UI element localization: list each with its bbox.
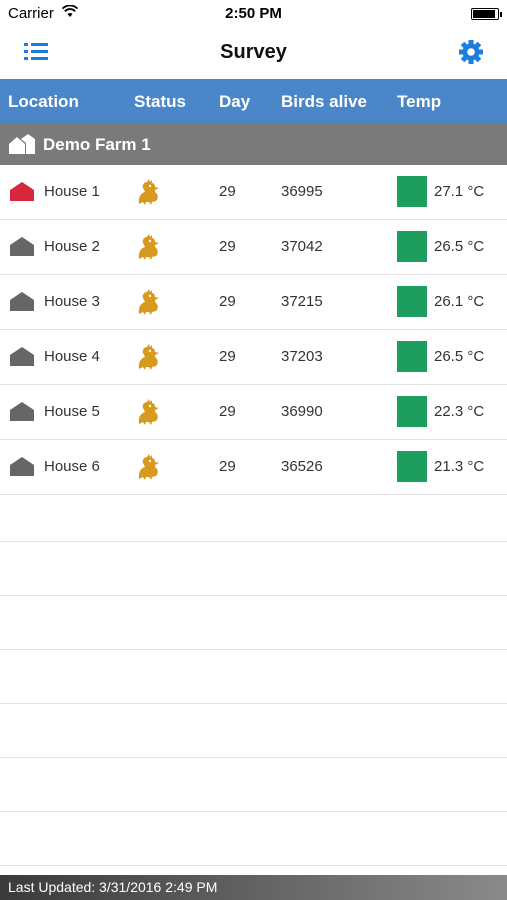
- house-row[interactable]: House 3 29 37215 26.1 °C: [0, 275, 507, 330]
- column-birds-alive[interactable]: Birds alive: [281, 92, 367, 112]
- house-day: 29: [219, 238, 236, 255]
- nav-bar: Survey: [0, 26, 507, 79]
- house-birds-alive: 36526: [281, 458, 323, 475]
- gear-icon[interactable]: [457, 38, 485, 66]
- house-temp: 27.1 °C: [434, 183, 485, 200]
- temp-status-indicator: [397, 231, 427, 262]
- battery-icon: [471, 8, 502, 20]
- temp-status-indicator: [397, 451, 427, 482]
- house-name: House 6: [44, 458, 100, 475]
- empty-table-area: [0, 488, 507, 875]
- house-name: House 2: [44, 238, 100, 255]
- house-day: 29: [219, 403, 236, 420]
- column-temp[interactable]: Temp: [397, 92, 441, 112]
- row-divider: [0, 595, 507, 596]
- house-row[interactable]: House 5 29 36990 22.3 °C: [0, 385, 507, 440]
- farm-icon: [9, 134, 35, 154]
- chicken-icon: [138, 454, 159, 480]
- house-name: House 4: [44, 348, 100, 365]
- house-icon: [10, 237, 34, 256]
- farm-name: Demo Farm 1: [43, 135, 151, 154]
- row-divider: [0, 811, 507, 812]
- row-divider: [0, 703, 507, 704]
- house-temp: 26.5 °C: [434, 348, 485, 365]
- status-time: 2:50 PM: [225, 5, 282, 22]
- house-row[interactable]: House 6 29 36526 21.3 °C: [0, 440, 507, 495]
- column-header: Location Status Day Birds alive Temp: [0, 79, 507, 123]
- house-birds-alive: 37215: [281, 293, 323, 310]
- house-day: 29: [219, 293, 236, 310]
- chicken-icon: [138, 234, 159, 260]
- column-day[interactable]: Day: [219, 92, 250, 112]
- house-birds-alive: 36995: [281, 183, 323, 200]
- house-day: 29: [219, 348, 236, 365]
- house-day: 29: [219, 458, 236, 475]
- house-icon: [10, 402, 34, 421]
- column-location[interactable]: Location: [8, 92, 79, 112]
- house-icon: [10, 182, 34, 201]
- chicken-icon: [138, 289, 159, 315]
- temp-status-indicator: [397, 176, 427, 207]
- last-updated-label: Last Updated: 3/31/2016 2:49 PM: [8, 879, 218, 895]
- house-row[interactable]: House 1 29 36995 27.1 °C: [0, 165, 507, 220]
- house-name: House 1: [44, 183, 100, 200]
- house-temp: 26.1 °C: [434, 293, 485, 310]
- row-divider: [0, 541, 507, 542]
- farm-row[interactable]: Demo Farm 1: [0, 123, 507, 165]
- house-icon: [10, 292, 34, 311]
- house-row[interactable]: House 4 29 37203 26.5 °C: [0, 330, 507, 385]
- temp-status-indicator: [397, 286, 427, 317]
- column-status[interactable]: Status: [134, 92, 186, 112]
- temp-status-indicator: [397, 341, 427, 372]
- chicken-icon: [138, 179, 159, 205]
- house-temp: 22.3 °C: [434, 403, 485, 420]
- row-divider: [0, 649, 507, 650]
- house-list: House 1 29 36995 27.1 °C House 2 29 3704…: [0, 165, 507, 495]
- row-divider: [0, 865, 507, 866]
- house-temp: 26.5 °C: [434, 238, 485, 255]
- house-icon: [10, 457, 34, 476]
- house-icon: [10, 347, 34, 366]
- house-row[interactable]: House 2 29 37042 26.5 °C: [0, 220, 507, 275]
- house-birds-alive: 37203: [281, 348, 323, 365]
- house-birds-alive: 37042: [281, 238, 323, 255]
- list-icon[interactable]: [22, 38, 52, 66]
- house-name: House 3: [44, 293, 100, 310]
- status-bar: Carrier 2:50 PM: [0, 0, 507, 26]
- house-birds-alive: 36990: [281, 403, 323, 420]
- temp-status-indicator: [397, 396, 427, 427]
- house-temp: 21.3 °C: [434, 458, 485, 475]
- chicken-icon: [138, 399, 159, 425]
- row-divider: [0, 757, 507, 758]
- page-title: Survey: [220, 41, 287, 63]
- footer-bar: Last Updated: 3/31/2016 2:49 PM: [0, 875, 507, 900]
- house-day: 29: [219, 183, 236, 200]
- chicken-icon: [138, 344, 159, 370]
- house-name: House 5: [44, 403, 100, 420]
